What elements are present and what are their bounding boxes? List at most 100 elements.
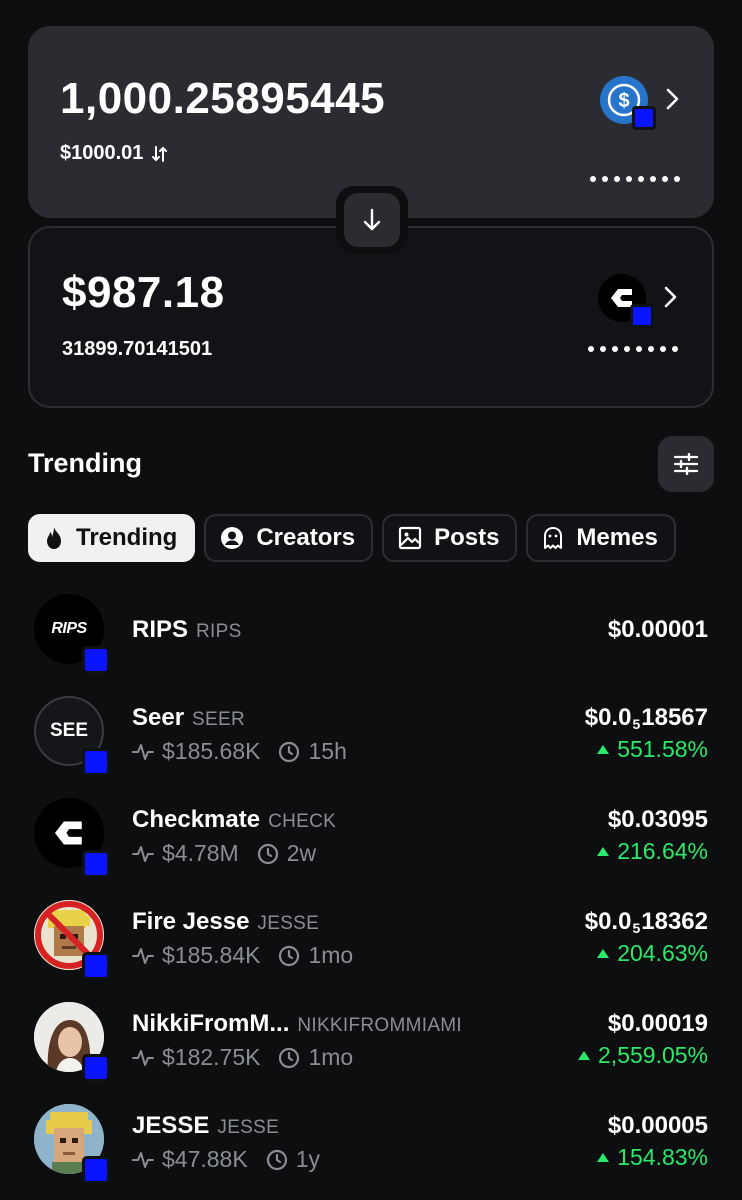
market-cap: $182.75K <box>162 1044 261 1070</box>
avatar <box>34 798 110 878</box>
chevron-right-icon <box>664 87 680 116</box>
chain-badge-icon <box>630 304 654 328</box>
up-arrow-icon <box>597 745 610 754</box>
market-cap: $185.68K <box>162 738 261 764</box>
token-name: Seer <box>132 704 185 731</box>
market-cap: $185.84K <box>162 942 261 968</box>
tab-label: Memes <box>576 524 658 551</box>
token-row-rips[interactable]: RIPS RIPS RIPS $0.00001 <box>0 592 742 682</box>
token-row-fire-jesse[interactable]: Fire Jesse JESSE $185.84K 1mo $0.0518362… <box>0 898 742 988</box>
up-arrow-icon <box>597 847 610 856</box>
flame-icon <box>47 527 61 549</box>
chain-badge-icon <box>82 850 110 878</box>
swap-direction-button[interactable] <box>336 186 408 254</box>
up-arrow-icon <box>597 949 610 958</box>
token-price: $0.00019 <box>607 1010 708 1037</box>
token-ticker: JESSE <box>257 913 320 934</box>
token-price: $0.00005 <box>607 1112 708 1139</box>
svg-text:$: $ <box>618 90 629 112</box>
avatar: RIPS <box>34 594 110 674</box>
clock-icon <box>266 1149 287 1170</box>
filter-button[interactable] <box>658 436 714 492</box>
clock-icon <box>279 1047 300 1068</box>
avatar-logo-text: SEE <box>49 720 89 741</box>
to-amount: $987.18 <box>62 268 225 317</box>
tab-label: Posts <box>434 524 500 551</box>
token-price: $0.0518362 <box>584 908 708 936</box>
token-name: Fire Jesse <box>132 908 250 935</box>
tab-memes[interactable]: Memes <box>526 514 676 562</box>
token-row-checkmate[interactable]: Checkmate CHECK $4.78M 2w $0.03095 216.6… <box>0 796 742 886</box>
clock-icon <box>279 945 300 966</box>
activity-icon <box>132 1151 154 1168</box>
toggle-currency-icon[interactable] <box>151 145 169 163</box>
chevron-right-icon <box>662 285 678 314</box>
up-arrow-icon <box>597 1153 610 1162</box>
token-row-seer[interactable]: SEE Seer SEER $185.68K 15h $0.0518567 55… <box>0 694 742 784</box>
from-token-selector[interactable]: $ <box>600 76 680 130</box>
clock-icon <box>257 843 278 864</box>
section-title: Trending <box>28 448 142 478</box>
chain-badge-icon <box>82 1054 110 1082</box>
user-circle-icon <box>221 527 244 549</box>
token-ticker: RIPS <box>196 621 242 642</box>
token-name: NikkiFromM... <box>132 1010 290 1037</box>
market-cap: $47.88K <box>162 1146 248 1172</box>
token-price: $0.0518567 <box>584 704 708 732</box>
tab-creators[interactable]: Creators <box>204 514 374 562</box>
token-ticker: NIKKIFROMMIAMI <box>297 1015 463 1036</box>
tab-posts[interactable]: Posts <box>382 514 518 562</box>
usdc-icon: $ <box>600 76 656 130</box>
activity-icon <box>132 947 154 964</box>
token-ticker: JESSE <box>217 1117 280 1138</box>
activity-icon <box>132 1049 154 1066</box>
checkmate-icon <box>598 274 654 328</box>
chain-badge-icon <box>632 106 656 130</box>
tab-label: Creators <box>256 524 356 551</box>
to-token-amount: 31899.70141501 <box>62 338 213 360</box>
category-tabs: Trending Creators Posts Memes <box>28 514 676 562</box>
token-name: RIPS <box>132 616 189 643</box>
activity-icon <box>132 743 154 760</box>
token-price: $0.03095 <box>607 806 708 833</box>
token-ticker: SEER <box>192 709 245 730</box>
token-age: 1y <box>295 1146 320 1172</box>
image-icon <box>398 526 422 550</box>
avatar <box>34 900 110 980</box>
chain-badge-icon <box>82 646 110 674</box>
token-age: 2w <box>286 840 317 866</box>
token-row-jesse[interactable]: JESSE JESSE $47.88K 1y $0.00005 154.83% <box>0 1102 742 1192</box>
ghost-icon <box>544 527 563 549</box>
from-usd-value[interactable]: $1000.01 <box>60 142 169 165</box>
from-amount[interactable]: 1,000.25895445 <box>60 74 385 124</box>
avatar <box>34 1002 110 1082</box>
token-age: 1mo <box>308 1044 354 1070</box>
to-wallet-dots <box>588 346 678 352</box>
chain-badge-icon <box>82 748 110 776</box>
from-usd-label: $1000.01 <box>60 142 144 164</box>
token-row-nikkifrommiami[interactable]: NikkiFromM... NIKKIFROMMIAMI $182.75K 1m… <box>0 1000 742 1090</box>
token-age: 15h <box>308 738 347 764</box>
token-price: $0.00001 <box>607 616 708 643</box>
avatar-logo-text: RIPS <box>51 620 87 637</box>
chain-badge-icon <box>82 952 110 980</box>
arrow-down-icon <box>363 208 381 231</box>
from-wallet-dots <box>590 176 680 182</box>
to-token-selector[interactable] <box>598 274 678 328</box>
price-change: 216.64% <box>597 838 708 865</box>
price-change: 154.83% <box>597 1144 708 1171</box>
token-name: Checkmate <box>132 806 261 833</box>
price-change: 551.58% <box>597 736 708 763</box>
up-arrow-icon <box>578 1051 591 1060</box>
price-change: 2,559.05% <box>578 1042 708 1069</box>
market-cap: $4.78M <box>162 840 239 866</box>
sliders-icon <box>673 453 699 475</box>
avatar: SEE <box>34 696 110 776</box>
token-name: JESSE <box>132 1112 210 1139</box>
tab-label: Trending <box>76 524 178 551</box>
token-age: 1mo <box>308 942 354 968</box>
price-change: 204.63% <box>597 940 708 967</box>
clock-icon <box>279 741 300 762</box>
chain-badge-icon <box>82 1156 110 1184</box>
tab-trending[interactable]: Trending <box>28 514 196 562</box>
